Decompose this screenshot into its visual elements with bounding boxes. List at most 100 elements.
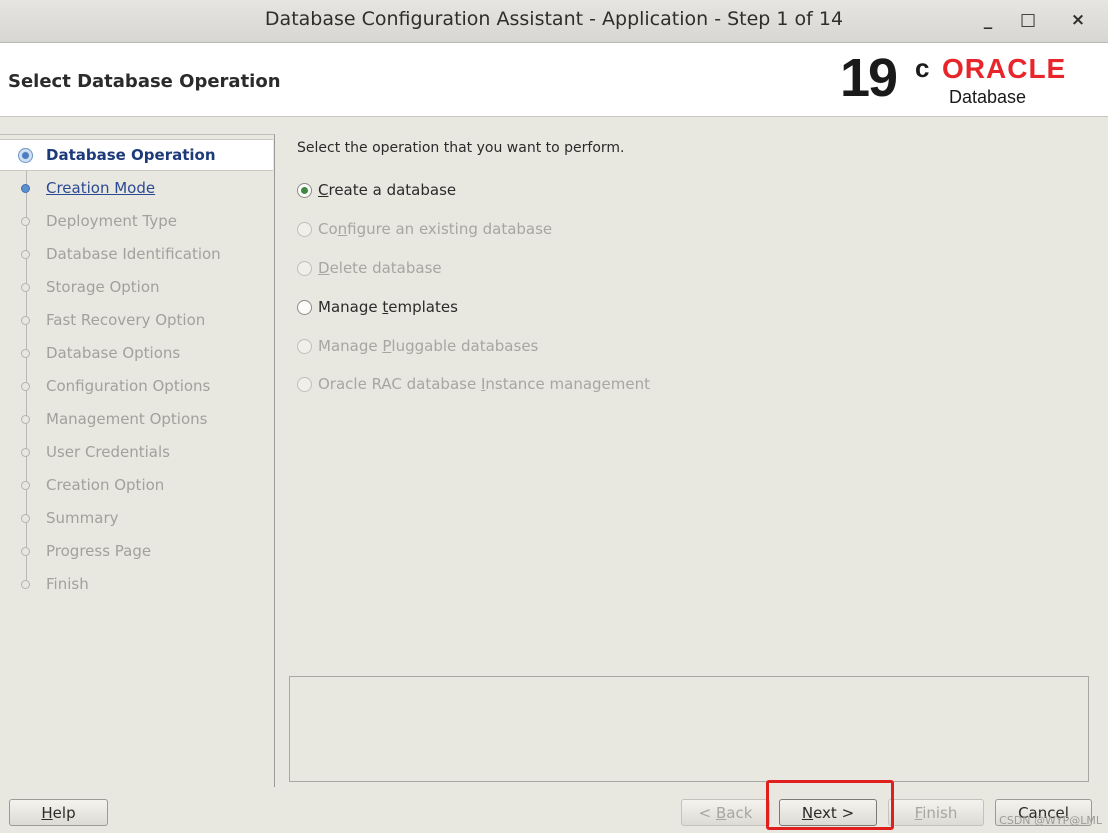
step-indicator-icon (21, 448, 30, 457)
page-title: Select Database Operation (8, 71, 281, 92)
step-storage-option: Storage Option (0, 272, 274, 302)
option-mnemonic: C (318, 181, 329, 199)
oracle-logo: 19 c ORACLE Database (840, 48, 1090, 111)
option-label-rest: emplates (388, 298, 458, 316)
maximize-icon[interactable]: □ (1014, 6, 1042, 34)
step-database-options: Database Options (0, 338, 274, 368)
option-label-prefix: Oracle RAC database (318, 375, 481, 393)
option-label: Oracle RAC database Instance management (318, 375, 650, 393)
step-creation-option: Creation Option (0, 470, 274, 500)
radio-unselected-icon (297, 376, 312, 392)
step-deployment-type: Deployment Type (0, 206, 274, 236)
step-indicator-icon (18, 148, 33, 163)
option-label-rest: reate a database (328, 181, 457, 199)
option-label: Configure an existing database (318, 220, 552, 238)
title-bar: Database Configuration Assistant - Appli… (0, 0, 1108, 43)
back-prefix: < (698, 803, 716, 822)
next-highlight-box (766, 780, 894, 830)
option-mnemonic: n (337, 220, 348, 238)
operation-prompt: Select the operation that you want to pe… (297, 140, 625, 156)
step-label: User Credentials (46, 443, 170, 461)
step-summary: Summary (0, 503, 274, 533)
option-label: Delete database (318, 259, 442, 277)
back-mnemonic: B (715, 803, 727, 822)
option-label-rest: elete database (329, 259, 442, 277)
radio-unselected-icon (297, 299, 312, 315)
logo-version: 19 (840, 48, 898, 108)
step-user-credentials: User Credentials (0, 437, 274, 467)
option-label-prefix: Manage (318, 337, 383, 355)
option-label: Create a database (318, 181, 456, 199)
step-progress-page: Progress Page (0, 536, 274, 566)
step-label: Management Options (46, 410, 208, 428)
window-title: Database Configuration Assistant - Appli… (264, 8, 844, 30)
step-label: Progress Page (46, 542, 152, 560)
step-label: Database Operation (46, 146, 216, 164)
radio-dot-icon (301, 186, 308, 194)
back-button[interactable]: < Back (681, 799, 770, 826)
step-indicator-icon (21, 547, 30, 556)
finish-label: inish (922, 803, 958, 822)
step-label: Database Identification (46, 245, 221, 263)
step-label: Creation Mode (46, 179, 156, 197)
step-indicator-icon (21, 184, 30, 193)
step-creation-mode[interactable]: Creation Mode (0, 173, 274, 203)
step-label: Database Options (46, 344, 181, 362)
step-label: Fast Recovery Option (46, 311, 206, 329)
back-label: ack (726, 803, 753, 822)
step-fast-recovery-option: Fast Recovery Option (0, 305, 274, 335)
step-indicator-icon (21, 580, 30, 589)
radio-unselected-icon (297, 338, 312, 354)
step-indicator-icon (21, 415, 30, 424)
option-radio-4: Manage Pluggable databases (297, 334, 538, 358)
step-label: Storage Option (46, 278, 160, 296)
main-panel: Select the operation that you want to pe… (275, 134, 1101, 786)
step-management-options: Management Options (0, 404, 274, 434)
help-button[interactable]: Help (9, 799, 108, 826)
step-database-operation[interactable]: Database Operation (0, 139, 273, 171)
option-mnemonic: D (318, 259, 330, 277)
option-radio-3[interactable]: Manage templates (297, 295, 458, 319)
step-label: Deployment Type (46, 212, 177, 230)
step-indicator-icon (21, 283, 30, 292)
step-indicator-icon (21, 481, 30, 490)
step-label: Summary (46, 509, 119, 527)
step-label: Configuration Options (46, 377, 211, 395)
finish-button[interactable]: Finish (888, 799, 984, 826)
watermark: CSDN @WYP@LML (999, 814, 1102, 827)
minimize-icon[interactable]: _ (974, 6, 1002, 34)
option-radio-2: Delete database (297, 256, 442, 280)
step-configuration-options: Configuration Options (0, 371, 274, 401)
step-indicator-icon (21, 382, 30, 391)
option-radio-1: Configure an existing database (297, 217, 552, 241)
option-label-prefix: Co (318, 220, 338, 238)
close-icon[interactable]: × (1064, 6, 1092, 34)
step-label: Finish (46, 575, 89, 593)
details-pane (289, 676, 1089, 782)
option-label-rest: nstance management (485, 375, 651, 393)
logo-brand: ORACLE (942, 53, 1067, 84)
logo-version-suffix: c (915, 53, 930, 83)
step-indicator-icon (21, 250, 30, 259)
step-navigation: Database Operation Creation Mode Deploymen… (0, 134, 275, 787)
step-indicator-icon (21, 316, 30, 325)
option-label-rest: luggable databases (391, 337, 539, 355)
radio-unselected-icon (297, 221, 312, 237)
option-radio-0[interactable]: Create a database (297, 178, 456, 202)
option-label: Manage Pluggable databases (318, 337, 538, 355)
option-label: Manage templates (318, 298, 458, 316)
step-database-identification: Database Identification (0, 239, 274, 269)
radio-unselected-icon (297, 260, 312, 276)
step-indicator-icon (21, 349, 30, 358)
help-mnemonic: H (41, 803, 53, 822)
option-radio-5: Oracle RAC database Instance management (297, 372, 650, 396)
logo-product: Database (949, 87, 1027, 107)
step-finish: Finish (0, 569, 274, 599)
radio-selected-icon (297, 182, 312, 198)
page-header: Select Database Operation 19 c ORACLE Da… (0, 43, 1108, 117)
step-indicator-icon (21, 514, 30, 523)
step-label: Creation Option (46, 476, 165, 494)
step-indicator-icon (21, 217, 30, 226)
option-label-prefix: Manage (318, 298, 383, 316)
help-label: elp (52, 803, 76, 822)
